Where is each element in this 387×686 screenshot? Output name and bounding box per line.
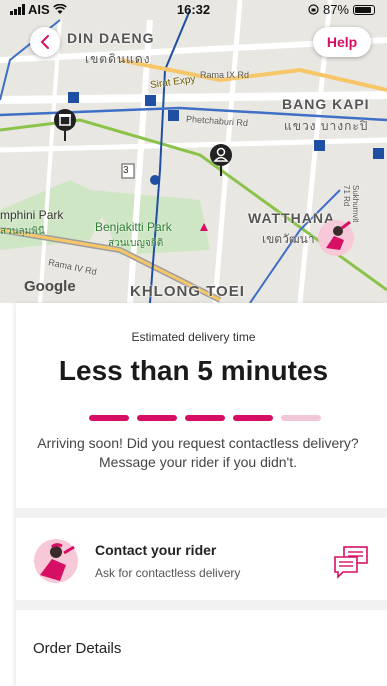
customer-pin-icon[interactable] [209,143,233,177]
map-label-din-daeng: DIN DAENG [67,30,155,46]
map-label-sukhumvit: Sukhumvit 71 Rd [342,185,360,223]
progress-segment [281,415,321,421]
eta-value: Less than 5 minutes [58,355,329,386]
map-label-benjakitti: Benjakitti Park [95,220,172,234]
map-label-bang-kapi: BANG KAPI [282,96,370,112]
help-button[interactable]: Help [313,27,371,57]
map-label-lumphini: mphini Park [0,208,64,222]
order-details-title[interactable]: Order Details [33,640,121,657]
back-button[interactable] [30,27,60,57]
orientation-lock-icon [308,4,319,15]
contact-rider-subtitle: Ask for contactless delivery [95,566,241,580]
progress-segment [185,415,225,421]
chat-icon[interactable] [333,545,369,579]
map-label-benjakitti-th: สวนเบญจกิติ [108,238,164,249]
map-label-lumphini-th: สวนลุมพินี [0,226,45,237]
arriving-message: Arriving soon! Did you request contactle… [37,435,359,470]
chevron-left-icon [40,35,49,49]
battery-percent: 87% [322,2,349,17]
rider-avatar [34,539,78,583]
app-screen: AIS 16:32 87% DIN DAENG เขตดินแดง Sirat … [0,0,387,686]
contact-rider-title: Contact your rider [95,542,217,558]
progress-segment [89,415,129,421]
route-marker-icon [200,223,208,231]
status-bar: AIS 16:32 87% [0,0,387,20]
eta-label: Estimated delivery time [131,330,256,344]
contact-rider-row[interactable]: Contact your rider Ask for contactless d… [16,525,387,600]
map-label-bang-kapi-th: แขวง บางกะปิ [284,119,369,133]
map-label-rama9: Rama IX Rd [200,70,250,80]
map-label-din-daeng-th: เขตดินแดง [85,52,151,66]
progress-segment [233,415,273,421]
rider-location-icon[interactable] [316,218,356,258]
section-divider [16,600,387,610]
map-label-khlong-toei: KHLONG TOEI [130,283,245,300]
restaurant-pin-icon[interactable] [53,108,77,142]
map-road-number: 3 [123,165,129,176]
delivery-progress [89,415,321,421]
google-logo: Google [24,278,76,295]
battery-icon [353,4,375,15]
progress-segment [137,415,177,421]
section-divider [16,508,387,518]
status-right: 87% [308,2,375,17]
map-label-wattana-th: เขตวัฒนา [262,232,315,246]
